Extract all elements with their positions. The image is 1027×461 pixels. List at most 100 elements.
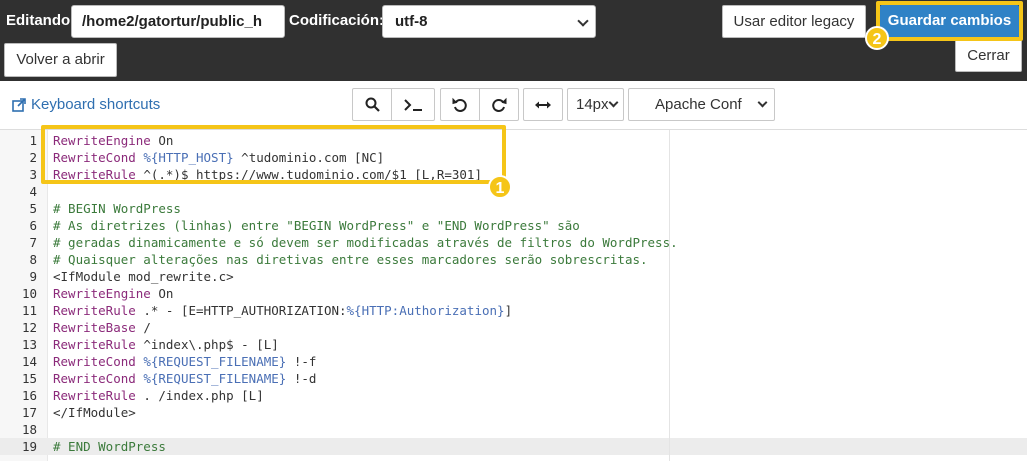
line-code: <IfModule mod_rewrite.c> [53,268,234,285]
code-token: </IfModule> [53,405,136,420]
undo-button[interactable] [440,88,480,121]
code-token: !-d [286,371,317,386]
line-number: 12 [21,320,37,335]
line-number: 11 [21,303,37,318]
code-line[interactable]: 6 # As diretrizes (linhas) entre "BEGIN W… [0,217,1027,234]
line-code: # As diretrizes (linhas) entre "BEGIN Wo… [53,217,580,234]
line-code: # Quaisquer alterações nas diretivas ent… [53,251,648,268]
code-line[interactable]: 14 RewriteCond %{REQUEST_FILENAME} !-f [0,353,1027,370]
code-line[interactable]: 9 <IfModule mod_rewrite.c> [0,268,1027,285]
code-line[interactable]: 11 RewriteRule .* - [E=HTTP_AUTHORIZATION… [0,302,1027,319]
external-link-icon [12,97,26,112]
code-line[interactable]: 15 RewriteCond %{REQUEST_FILENAME} !-d [0,370,1027,387]
code-token: !-f [286,354,317,369]
code-highlight-box [41,125,506,184]
chevron-down-icon [757,97,768,108]
step-badge-save: 2 [865,26,889,50]
chevron-down-icon [608,97,619,108]
code-token: .* - [E=HTTP_AUTHORIZATION: [135,303,347,318]
code-token: %{REQUEST_FILENAME} [143,371,287,386]
line-number: 3 [29,167,37,182]
encoding-select[interactable]: utf-8 [382,5,596,38]
code-token: # END WordPress [53,439,166,454]
code-token: # geradas dinamicamente e só devem ser m… [53,235,678,250]
code-line[interactable]: 7 # geradas dinamicamente e só devem ser … [0,234,1027,251]
code-token: RewriteCond [53,354,136,369]
line-number: 16 [21,388,37,403]
print-margin [669,130,670,461]
line-code: </IfModule> [53,404,136,421]
mode-select[interactable]: Apache Conf [628,88,775,121]
line-code: RewriteBase / [53,319,151,336]
code-line[interactable]: 8 # Quaisquer alterações nas diretivas en… [0,251,1027,268]
code-line[interactable]: 5 # BEGIN WordPress [0,200,1027,217]
line-number: 18 [21,422,37,437]
code-token: ^index\.php$ - [L] [135,337,279,352]
line-code: # BEGIN WordPress [53,200,181,217]
wrap-toggle-button[interactable] [523,88,563,121]
code-token: RewriteEngine [53,286,151,301]
line-code: # END WordPress [53,438,166,455]
wrap-icon [535,101,551,108]
code-token: RewriteBase [53,320,136,335]
code-token: %{HTTP:Authorization} [346,303,505,318]
reopen-button[interactable]: Volver a abrir [4,43,117,77]
code-token: RewriteCond [53,371,136,386]
code-token: # BEGIN WordPress [53,201,181,216]
file-path-field[interactable]: /home2/gatortur/public_h [71,5,285,38]
redo-icon [492,97,507,112]
keyboard-shortcuts-label: Keyboard shortcuts [31,96,161,113]
line-number: 9 [29,269,37,284]
line-number: 8 [29,252,37,267]
code-line[interactable]: 12 RewriteBase / [0,319,1027,336]
editing-label: Editando: [6,12,76,29]
terminal-icon [404,98,422,111]
redo-button[interactable] [479,88,519,121]
line-number: 7 [29,235,37,250]
code-token: <IfModule mod_rewrite.c> [53,269,234,284]
line-number: 13 [21,337,37,352]
encoding-value: utf-8 [395,13,428,30]
line-number: 17 [21,405,37,420]
code-line[interactable]: 13 RewriteRule ^index\.php$ - [L] [0,336,1027,353]
line-code: RewriteRule .* - [E=HTTP_AUTHORIZATION:%… [53,302,512,319]
line-number: 4 [29,184,37,199]
font-size-value: 14px [576,96,609,113]
code-token: # Quaisquer alterações nas diretivas ent… [53,252,648,267]
code-token: / [135,320,151,335]
code-line[interactable]: 18 [0,421,1027,438]
code-token: On [150,286,174,301]
search-icon [365,97,380,112]
code-line[interactable]: 17 </IfModule> [0,404,1027,421]
save-highlight-box [876,1,1023,41]
line-number: 2 [29,150,37,165]
code-line[interactable]: 10 RewriteEngine On [0,285,1027,302]
legacy-editor-button[interactable]: Usar editor legacy [722,5,866,38]
code-token: %{REQUEST_FILENAME} [143,354,287,369]
line-number: 1 [29,133,37,148]
line-number: 19 [21,439,37,454]
line-code: RewriteRule ^index\.php$ - [L] [53,336,279,353]
goto-line-button[interactable] [391,88,435,121]
search-button[interactable] [352,88,392,121]
mode-value: Apache Conf [655,96,742,113]
code-token: ] [504,303,513,318]
keyboard-shortcuts-link[interactable]: Keyboard shortcuts [12,96,160,113]
line-number: 5 [29,201,37,216]
line-number: 6 [29,218,37,233]
step-badge-code: 1 [488,175,512,199]
undo-icon [452,97,467,112]
line-code: RewriteEngine On [53,285,173,302]
line-number: 15 [21,371,37,386]
code-line[interactable]: 19 # END WordPress [0,438,1027,455]
line-code: RewriteCond %{REQUEST_FILENAME} !-d [53,370,316,387]
line-number: 10 [21,286,37,301]
font-size-select[interactable]: 14px [567,88,624,121]
line-number: 14 [21,354,37,369]
code-line[interactable]: 4 [0,183,1027,200]
line-code: # geradas dinamicamente e só devem ser m… [53,234,678,251]
code-line[interactable]: 16 RewriteRule . /index.php [L] [0,387,1027,404]
code-token: RewriteRule [53,337,136,352]
close-button[interactable]: Cerrar [955,39,1022,72]
code-token: RewriteRule [53,303,136,318]
